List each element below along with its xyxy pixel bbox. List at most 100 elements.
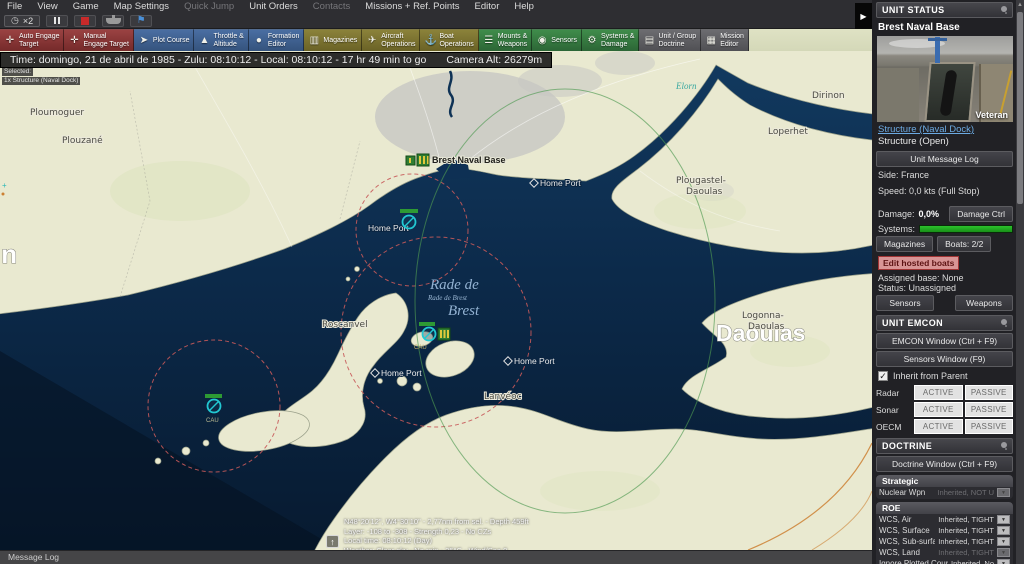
emcon-window-button[interactable]: EMCON Window (Ctrl + F9) [876, 333, 1013, 349]
clock-icon: ◷ [11, 16, 19, 25]
camera-follow-icon[interactable]: ↑ [326, 535, 339, 548]
toolbar-map-gap [749, 29, 872, 51]
map-canvas[interactable]: + Daoulas in Ploumoguer Plouzané Roscanv… [0, 51, 872, 550]
menu-bar: File View Game Map Settings Quick Jump U… [0, 0, 872, 13]
boats-panel-button[interactable]: Boats: 2/2 [937, 236, 991, 252]
sensors-window-button[interactable]: Sensors Window (F9) [876, 351, 1013, 367]
unit-title: Brest Naval Base [876, 20, 1013, 36]
flag-button[interactable]: ⚑ [130, 15, 152, 27]
oecm-passive-button[interactable]: PASSIVE [965, 419, 1014, 434]
inherit-label: Inherit from Parent [893, 371, 968, 381]
menu-game[interactable]: Game [73, 1, 99, 12]
oecm-active-button[interactable]: ACTIVE [914, 419, 963, 434]
rade-de-brest-label-small: Rade de Brest [427, 294, 468, 302]
scroll-up-arrow[interactable]: ▲ [1016, 0, 1024, 10]
emcon-grid: Radar ACTIVE PASSIVE Sonar ACTIVE PASSIV… [876, 385, 1013, 434]
dropdown-icon[interactable]: ▼ [997, 488, 1010, 497]
unit-class-link[interactable]: Structure (Naval Dock) [876, 122, 1013, 135]
edge-contact-dot [2, 193, 5, 196]
doctrine-row: WCS, Sub-surface Inherited, TIGHT ▼ [876, 536, 1013, 547]
unit-message-log-button[interactable]: Unit Message Log [876, 151, 1013, 167]
damage-ctrl-button[interactable]: Damage Ctrl [949, 206, 1013, 222]
doctrine-window-button[interactable]: Doctrine Window (Ctrl + F9) [876, 456, 1013, 472]
menu-help[interactable]: Help [514, 1, 534, 12]
ship-icon [106, 18, 121, 24]
throttle-altitude-button[interactable]: ▲ Throttle &Altitude [194, 29, 248, 51]
menu-view[interactable]: View [37, 1, 57, 12]
pin-icon[interactable] [1001, 442, 1007, 448]
panel-scrollbar[interactable]: ▲ [1016, 0, 1024, 564]
pin-icon[interactable] [1001, 319, 1007, 325]
mounts-icon: ☰ [483, 35, 495, 46]
scrollbar-thumb[interactable] [1017, 12, 1023, 204]
elorn-river-label: Elorn [675, 81, 697, 91]
doctrine-icon: ▤ [643, 35, 655, 46]
menu-missions-ref-points[interactable]: Missions + Ref. Points [365, 1, 459, 12]
dropdown-icon[interactable]: ▼ [997, 526, 1010, 535]
dropdown-icon[interactable]: ▼ [997, 537, 1010, 546]
weapons-panel-button[interactable]: Weapons [955, 295, 1013, 311]
edit-hosted-boats-button[interactable]: Edit hosted boats [878, 256, 959, 270]
dropdown-icon[interactable]: ▼ [997, 548, 1010, 557]
dropdown-icon[interactable]: ▼ [997, 515, 1010, 524]
flag-icon: ⚑ [137, 16, 146, 26]
panel-expand-button[interactable]: ▶ [855, 3, 872, 29]
mission-editor-button[interactable]: ▦ MissionEditor [701, 29, 749, 51]
town-plouzane: Plouzané [62, 135, 103, 146]
boat-operations-button[interactable]: ⚓ BoatOperations [420, 29, 478, 51]
formation-editor-button[interactable]: ● FormationEditor [249, 29, 305, 51]
cursor-info-overlay: N48°20'12", W4°30'10" - 2,77nm from sel.… [344, 517, 529, 550]
sonar-layer-line: Layer: -108 to -308 - Strength 0,23 - No… [344, 527, 529, 537]
experience-badge: Veteran [975, 110, 1008, 120]
unit-tag-2: CAU [206, 418, 219, 424]
radar-active-button[interactable]: ACTIVE [914, 385, 963, 400]
local-time-line: Local time: 08:10:12 (Day) [344, 536, 529, 546]
doctrine-row: WCS, Surface Inherited, TIGHT ▼ [876, 525, 1013, 536]
right-panel: UNIT STATUS Brest Naval Base Veteran Str… [872, 0, 1024, 564]
unit-group-doctrine-button[interactable]: ▤ Unit / GroupDoctrine [639, 29, 701, 51]
brest-naval-base-label: Brest Naval Base [432, 155, 506, 165]
doctrine-roe-group: ROE WCS, Air Inherited, TIGHT ▼ WCS, Sur… [876, 502, 1013, 564]
app-window: File View Game Map Settings Quick Jump U… [0, 0, 1024, 564]
radar-passive-button[interactable]: PASSIVE [965, 385, 1014, 400]
message-log-bar[interactable]: Message Log [0, 550, 872, 564]
dropdown-icon[interactable]: ▼ [997, 559, 1010, 564]
plot-course-button[interactable]: ➤ Plot Course [134, 29, 195, 51]
menu-file[interactable]: File [7, 1, 22, 12]
sensors-button[interactable]: ◉ Sensors [532, 29, 582, 51]
magazines-button[interactable]: ▥ Magazines [304, 29, 362, 51]
sonar-active-button[interactable]: ACTIVE [914, 402, 963, 417]
auto-engage-target-button[interactable]: ✛ Auto EngageTarget [0, 29, 64, 51]
systems-label: Systems: [876, 224, 915, 234]
unit-selected-home-port[interactable] [400, 209, 418, 229]
ship-view-button[interactable] [102, 15, 124, 27]
stop-button[interactable] [74, 15, 96, 27]
manual-engage-target-button[interactable]: ✛ ManualEngage Target [64, 29, 133, 51]
brest-naval-base-facility[interactable] [406, 154, 429, 166]
aircraft-operations-button[interactable]: ✈ AircraftOperations [362, 29, 420, 51]
roe-section-title: ROE [876, 502, 1013, 514]
sonar-passive-button[interactable]: PASSIVE [965, 402, 1014, 417]
menu-editor[interactable]: Editor [475, 1, 500, 12]
unit-emcon-header[interactable]: UNIT EMCON [876, 315, 1013, 331]
systems-damage-button[interactable]: ⚙ Systems &Damage [582, 29, 639, 51]
sonar-label: Sonar [876, 405, 912, 415]
menu-unit-orders[interactable]: Unit Orders [249, 1, 298, 12]
expand-arrow-icon: ▶ [860, 12, 866, 21]
time-compression-control[interactable]: ◷ ×2 [4, 15, 40, 27]
mounts-weapons-button[interactable]: ☰ Mounts &Weapons [479, 29, 533, 51]
pin-icon[interactable] [1001, 6, 1007, 12]
rade-de-brest-label-2: Brest [448, 303, 480, 319]
pause-button[interactable] [46, 15, 68, 27]
inherit-checkbox[interactable]: ✓ [878, 371, 888, 381]
formation-icon: ● [253, 35, 265, 46]
menu-map-settings[interactable]: Map Settings [114, 1, 169, 12]
doctrine-header[interactable]: DOCTRINE [876, 438, 1013, 454]
unit-status-header[interactable]: UNIT STATUS [876, 2, 1013, 18]
speed-multiplier: ×2 [23, 16, 33, 26]
magazines-panel-button[interactable]: Magazines [876, 236, 933, 252]
doctrine-row: Nuclear Wpn Inherited, NOT U ▼ [876, 487, 1013, 498]
town-lanveoc: Lanvéoc [484, 391, 522, 402]
sensors-panel-button[interactable]: Sensors [876, 295, 934, 311]
home-port-label-3: Home Port [514, 356, 555, 366]
